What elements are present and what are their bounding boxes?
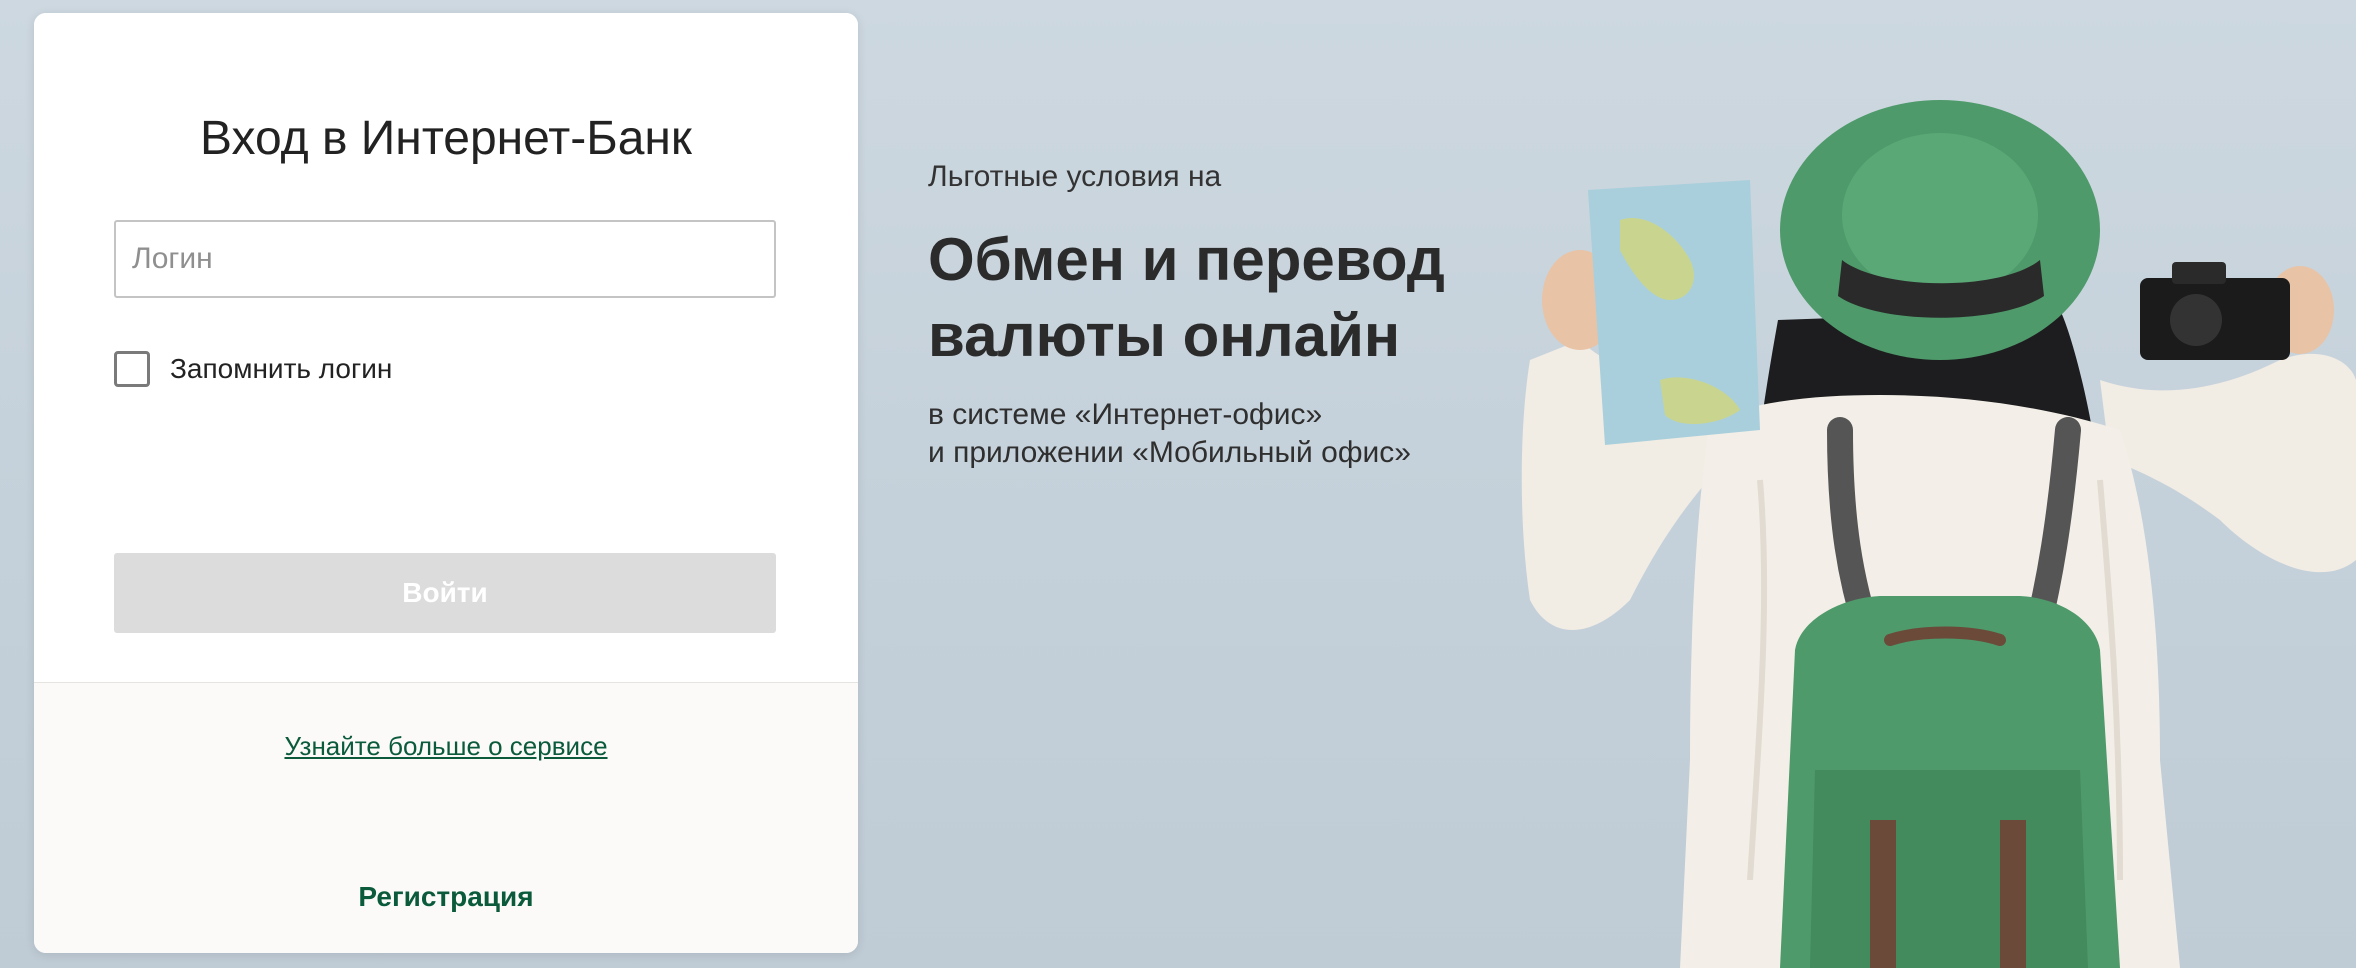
promo-subtitle-line-2: и приложении «Мобильный офис» — [928, 436, 1411, 469]
learn-more-link[interactable]: Узнайте больше о сервисе — [34, 731, 858, 762]
hat-crown — [1842, 133, 2038, 297]
login-page: Вход в Интернет-Банк Запомнить логин Вой… — [0, 0, 2356, 968]
backpack-buckle-right — [2000, 820, 2026, 968]
checkbox-box[interactable] — [114, 351, 150, 387]
promo-title: Обмен и перевод валюты онлайн — [928, 222, 1488, 374]
traveler-with-backpack-illustration — [1521, 100, 2356, 968]
promo-title-line-2: валюты онлайн — [928, 302, 1401, 369]
login-title: Вход в Интернет-Банк — [200, 112, 692, 165]
promo-subtitle-line-1: в системе «Интернет-офис» — [928, 398, 1323, 431]
promo-title-line-1: Обмен и перевод — [928, 226, 1445, 293]
camera-lens — [2170, 294, 2222, 346]
promo-pretitle: Льготные условия на — [928, 160, 1222, 193]
backpack-buckle-left — [1870, 820, 1896, 968]
camera-top — [2172, 262, 2226, 284]
login-submit-button[interactable]: Войти — [114, 553, 776, 633]
remember-login-checkbox[interactable]: Запомнить логин — [114, 349, 392, 389]
login-card: Вход в Интернет-Банк Запомнить логин Вой… — [34, 13, 858, 953]
register-link[interactable]: Регистрация — [34, 881, 858, 913]
remember-login-label: Запомнить логин — [170, 353, 393, 384]
promo-subtitle: в системе «Интернет-офис» и приложении «… — [928, 396, 1411, 472]
login-input[interactable] — [114, 220, 776, 298]
backpack-pocket — [1810, 770, 2088, 968]
